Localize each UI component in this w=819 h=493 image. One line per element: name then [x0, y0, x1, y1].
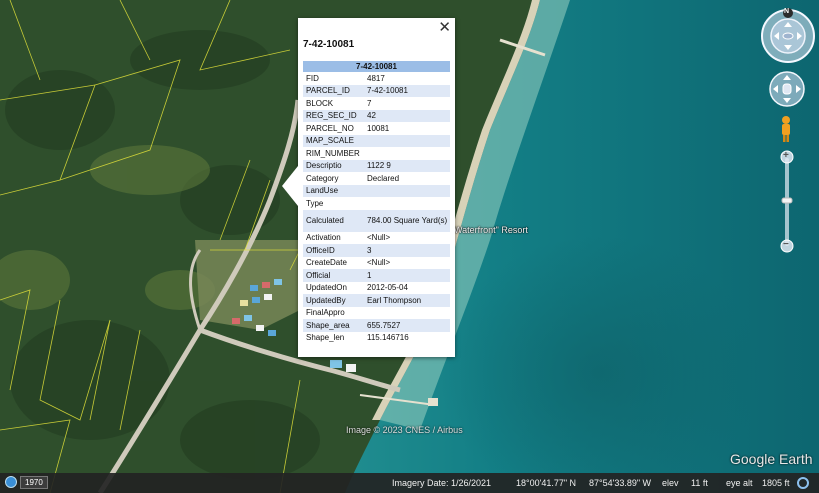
resort-label: Waterfront" Resort	[454, 225, 528, 235]
balloon-pointer	[282, 166, 298, 206]
attr-value	[364, 184, 450, 197]
attr-key: Category	[303, 172, 364, 185]
year-label: 1970	[20, 475, 48, 489]
elevation-value: 11 ft	[691, 478, 708, 488]
attr-key: MAP_SCALE	[303, 134, 364, 147]
eye-alt-value: 1805 ft	[762, 478, 790, 488]
placemark-balloon: ✕ 7-42-10081 7-42-10081 FID 4817 PARCEL_I…	[282, 18, 455, 357]
attr-value: <Null>	[364, 256, 450, 269]
attr-value: 1	[364, 269, 450, 282]
status-bar: 1970 Imagery Date: 1/26/2021 18°00'41.77…	[0, 473, 819, 493]
attr-key: CreateDate	[303, 256, 364, 269]
globe-icon	[5, 476, 17, 488]
attr-value: 42	[364, 109, 450, 122]
zoom-in-button[interactable]: +	[783, 150, 789, 161]
look-icon[interactable]	[768, 70, 806, 108]
attr-key: FinalAppro	[303, 306, 364, 319]
attr-value: 655.7527	[364, 319, 450, 332]
attr-key: Type	[303, 197, 364, 210]
attribute-table: 7-42-10081 FID 4817 PARCEL_ID 7-42-10081 B…	[303, 61, 450, 344]
attr-value	[364, 306, 450, 319]
attr-value: 784.00 Square Yard(s)	[364, 209, 450, 232]
attr-value: 115.146716	[364, 331, 450, 344]
attr-key: PARCEL_ID	[303, 84, 364, 97]
attr-value: 1122 9	[364, 159, 450, 172]
attr-value	[364, 197, 450, 210]
attr-key: PARCEL_NO	[303, 122, 364, 135]
attr-value	[364, 147, 450, 160]
zoom-slider[interactable]: + −	[780, 150, 794, 254]
attr-key: UpdatedBy	[303, 294, 364, 307]
elevation-label: elev	[662, 478, 679, 488]
historical-imagery-badge[interactable]: 1970	[5, 475, 48, 489]
pegman-icon[interactable]	[779, 115, 793, 143]
attr-value: 7	[364, 97, 450, 110]
attr-key: Activation	[303, 231, 364, 244]
north-label: N	[784, 8, 790, 15]
attr-key: Shape_len	[303, 331, 364, 344]
attr-key: RIM_NUMBER	[303, 147, 364, 160]
attr-key: Descriptio	[303, 159, 364, 172]
attr-value: 7-42-10081	[364, 84, 450, 97]
attr-value: 3	[364, 244, 450, 257]
attr-value: Declared	[364, 172, 450, 185]
imagery-date: Imagery Date: 1/26/2021	[392, 478, 492, 488]
attr-value: 4817	[364, 72, 450, 85]
attribute-table-header: 7-42-10081	[303, 61, 450, 72]
close-icon[interactable]: ✕	[438, 20, 451, 36]
attr-key: LandUse	[303, 184, 364, 197]
attr-key: Calculated	[303, 209, 364, 232]
attr-key: Shape_area	[303, 319, 364, 332]
attr-key: BLOCK	[303, 97, 364, 110]
compass-icon[interactable]: N	[760, 8, 816, 64]
streaming-icon	[797, 477, 809, 489]
attr-key: FID	[303, 72, 364, 85]
zoom-out-button[interactable]: −	[783, 239, 789, 250]
latitude: 18°00'41.77" N	[516, 478, 577, 488]
attr-value: Earl Thompson	[364, 294, 450, 307]
longitude: 87°54'33.89" W	[589, 478, 652, 488]
attr-value	[364, 134, 450, 147]
attr-key: OfficeID	[303, 244, 364, 257]
attr-value: 2012-05-04	[364, 281, 450, 294]
attr-value: <Null>	[364, 231, 450, 244]
imagery-credit: Image © 2023 CNES / Airbus	[346, 425, 463, 435]
attr-key: Official	[303, 269, 364, 282]
attr-key: REG_SEC_ID	[303, 109, 364, 122]
eye-alt-label: eye alt	[726, 478, 753, 488]
attr-value: 10081	[364, 122, 450, 135]
balloon-title: 7-42-10081	[303, 39, 355, 50]
google-earth-logo: Google Earth	[730, 451, 813, 467]
attr-key: UpdatedOn	[303, 281, 364, 294]
